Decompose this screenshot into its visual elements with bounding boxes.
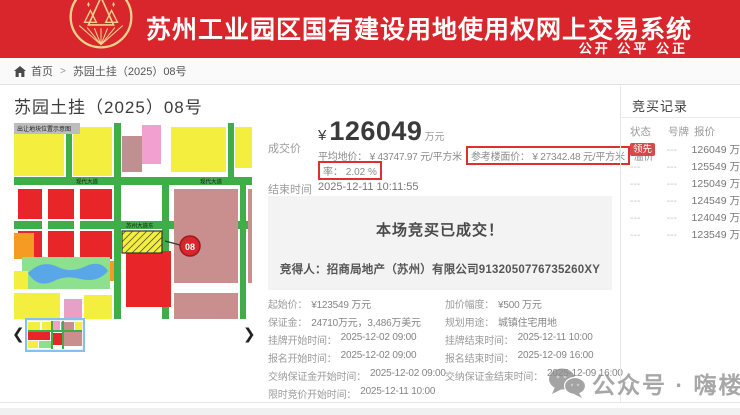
- bid-status: ---: [630, 212, 667, 224]
- breadcrumb: 首页 > 苏园土挂（2025）08号: [0, 58, 740, 85]
- deal-price-label: 成交价: [268, 140, 301, 156]
- col-plate: 号牌: [668, 124, 694, 139]
- detail-label: 挂牌结束时间：: [445, 332, 514, 347]
- detail-row: 保证金： 24710万元，3,486万美元 规划用途： 城镇住宅用地: [268, 312, 628, 330]
- map-thumbnail[interactable]: [25, 318, 85, 352]
- plot-marker-label: 08: [185, 242, 195, 252]
- bid-row: --- --- 125549 万: [630, 158, 740, 175]
- bid-row: --- --- 124549 万: [630, 192, 740, 209]
- detail-label: 交纳保证金结束时间：: [445, 368, 543, 383]
- road-label: 现代大道: [200, 178, 223, 186]
- detail-label: 交纳保证金开始时间：: [268, 368, 366, 383]
- road-label: 现代大道: [76, 178, 99, 186]
- auction-winner: 竞得人：招商局地产（苏州）有限公司9132050776735260XY: [268, 261, 612, 277]
- bid-plate: ---: [667, 144, 692, 156]
- deal-price-unit: 万元: [424, 128, 444, 143]
- end-time-label: 结束时间: [268, 181, 312, 197]
- bid-plate: ---: [667, 195, 692, 207]
- breadcrumb-home-link[interactable]: 首页: [31, 63, 53, 79]
- detail-row: 起始价： ¥123549 万元 加价幅度： ¥500 万元: [268, 294, 628, 312]
- col-status: 状态: [630, 124, 668, 139]
- currency-symbol: ¥: [318, 127, 326, 144]
- bid-status: ---: [630, 178, 667, 190]
- bid-status: ---: [630, 161, 667, 173]
- bid-plate: ---: [667, 229, 692, 241]
- detail-label: 保证金：: [268, 314, 307, 329]
- content-bottom-divider: [0, 402, 740, 403]
- breadcrumb-separator: >: [58, 66, 68, 77]
- detail-value: ¥123549 万元: [311, 296, 371, 311]
- detail-label: 限时竞价开始时间：: [268, 386, 356, 401]
- bid-price: 124049 万: [692, 210, 740, 225]
- premium-rate-annotation: 率： 2.02 %: [318, 161, 382, 180]
- detail-row: 报名开始时间： 2025-12-02 09:00 报名结束时间： 2025-12-0…: [268, 348, 628, 366]
- detail-value: 2025-12-02 09:00: [370, 368, 446, 383]
- bid-records-table: 状态 号牌 报价 领先 --- 126049 万 --- --- 125549 …: [630, 123, 740, 243]
- bid-price: 125049 万: [692, 176, 740, 191]
- detail-value: 2025-12-02 09:00: [341, 350, 417, 365]
- footer-strip: [0, 408, 740, 415]
- bid-plate: ---: [667, 178, 692, 190]
- home-icon: [14, 66, 26, 77]
- premium-rate-line: 率： 2.02 %: [318, 161, 386, 180]
- site-slogan: 公开 公平 公正: [579, 38, 688, 57]
- detail-value: 24710万元，3,486万美元: [311, 314, 421, 329]
- detail-label: 起始价：: [268, 296, 307, 311]
- deal-price: ¥ 126049 万元: [318, 116, 444, 147]
- bid-table-header: 状态 号牌 报价: [630, 123, 740, 139]
- bid-row: --- --- 124049 万: [630, 209, 740, 226]
- carousel-prev-icon[interactable]: ❮: [12, 326, 25, 344]
- bid-price: 125549 万: [692, 159, 740, 174]
- road-label: 苏州大道东: [126, 222, 154, 230]
- detail-value: 2025-12-09 16:00: [518, 350, 594, 365]
- watermark: 公众号 · 嗨楼: [548, 366, 740, 400]
- detail-label: 挂牌开始时间：: [268, 332, 337, 347]
- watermark-text: 公众号 · 嗨楼: [592, 366, 740, 400]
- map-caption: 出让地块位置示意图: [17, 125, 71, 133]
- bid-price: 126049 万: [692, 142, 740, 157]
- bid-row: --- --- 125049 万: [630, 175, 740, 192]
- detail-row: 挂牌开始时间： 2025-12-02 09:00 挂牌结束时间： 2025-12-1…: [268, 330, 628, 348]
- map-thumbnail-image: [28, 321, 82, 349]
- bid-status: ---: [630, 195, 667, 207]
- deal-price-value: 126049: [329, 116, 422, 147]
- carousel-next-icon[interactable]: ❯: [243, 326, 256, 344]
- site-logo-icon: [68, 0, 134, 50]
- app-header: 苏州工业园区国有建设用地使用权网上交易系统 公开 公平 公正: [0, 0, 740, 58]
- detail-label: 报名开始时间：: [268, 350, 337, 365]
- detail-value: 2025-12-02 09:00: [341, 332, 417, 347]
- detail-value: ¥500 万元: [498, 296, 542, 311]
- auction-result-headline: 本场竞买已成交！: [268, 219, 612, 240]
- page: 苏州工业园区国有建设用地使用权网上交易系统 公开 公平 公正 首页 > 苏园土挂…: [0, 0, 740, 415]
- bid-plate: ---: [667, 212, 692, 224]
- detail-label: 加价幅度：: [445, 296, 494, 311]
- detail-label: 报名结束时间：: [445, 350, 514, 365]
- bid-price: 124549 万: [692, 193, 740, 208]
- bid-price: 123549 万: [692, 227, 740, 242]
- bid-row: --- --- 123549 万: [630, 226, 740, 243]
- detail-value: 2025-12-11 10:00: [518, 332, 593, 347]
- plot-location-map[interactable]: 08 现代大道 现代大道 苏州大道东 出让地块位置示意图: [14, 123, 252, 319]
- page-title: 苏园土挂（2025）08号: [14, 93, 203, 118]
- col-price: 报价: [694, 124, 715, 139]
- bid-records-title: 竞买记录: [632, 96, 688, 115]
- leading-badge: 领先: [630, 143, 655, 156]
- ref-floor-price-annotation: 参考楼面价： ¥ 27342.48 元/平方米: [466, 146, 630, 165]
- breadcrumb-current: 苏园土挂（2025）08号: [73, 63, 187, 79]
- detail-value: 城镇住宅用地: [498, 314, 557, 329]
- detail-label: 规划用途：: [445, 314, 494, 329]
- detail-value: 2025-12-11 10:00: [360, 386, 435, 401]
- end-time-value: 2025-12-11 10:11:55: [318, 181, 419, 193]
- bid-plate: ---: [667, 161, 692, 173]
- auction-result-panel: 本场竞买已成交！ 竞得人：招商局地产（苏州）有限公司91320507767352…: [268, 196, 612, 290]
- sidebar-divider: [620, 86, 621, 402]
- bid-records-title-divider: [621, 117, 740, 118]
- bid-row: 领先 --- 126049 万: [630, 141, 740, 158]
- subject-plot-shape: [122, 231, 162, 253]
- bid-status: ---: [630, 229, 667, 241]
- wechat-bubbles-icon: [548, 367, 586, 399]
